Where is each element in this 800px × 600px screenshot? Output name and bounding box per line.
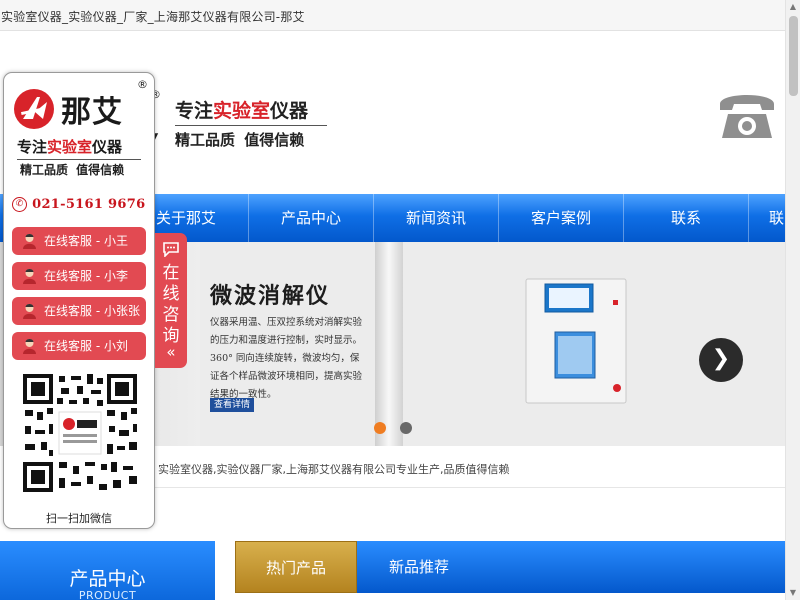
brand-name: 那艾 [61,95,123,130]
phone-icon: ✆ [12,197,27,212]
page-title: 实验室仪器_实验仪器_厂家_上海那艾仪器有限公司-那艾 [1,10,305,24]
title-bar: 实验室仪器_实验仪器_厂家_上海那艾仪器有限公司-那艾 [0,0,785,31]
floating-contact-panel: 那艾 ® 专注实验室仪器 精工品质 值得信赖 ✆ 021-5161 9676 在… [3,72,155,529]
qr-caption: 扫一扫加微信 [46,512,112,525]
carousel-next-arrow[interactable]: ❯ [699,338,743,382]
header-slogan-prefix: 专注 [175,100,214,122]
collapse-arrow-icon[interactable]: « [155,343,187,361]
keywords-text: 实验室仪器,实验仪器厂家,上海那艾仪器有限公司专业生产,品质值得信赖 [158,463,510,476]
agent-avatar-icon [23,234,36,249]
keywords-strip: 实验室仪器,实验仪器厂家,上海那艾仪器有限公司专业生产,品质值得信赖 [150,446,785,488]
tab-hot-products[interactable]: 热门产品 [235,541,357,593]
carousel-dot-2[interactable] [400,422,412,434]
page: 实验室仪器_实验仪器_厂家_上海那艾仪器有限公司-那艾 ® 专注实验室仪器 ▼ … [0,0,800,600]
phone-number: 021-5161 9676 [32,197,146,212]
agent-avatar-icon [23,304,36,319]
panel-slogan-suffix: 仪器 [92,138,123,156]
header-slogan: 专注实验室仪器 [175,96,308,123]
service-button-label: 在线客服 - 小李 [44,269,128,283]
product-section-heading: 产品中心 PRODUCT [0,541,215,600]
scroll-up-arrow-icon[interactable]: ▲ [786,0,800,14]
service-button-label: 在线客服 - 小张张 [44,304,140,318]
panel-slogan-highlight: 实验室 [47,138,93,156]
header-slogan-divider [175,125,327,126]
banner-details-button[interactable]: 查看详情 [210,398,254,412]
panel-slogan-prefix: 专注 [17,138,48,156]
nav-item-news[interactable]: 新闻资讯 [373,194,498,242]
banner-title: 微波消解仪 [210,283,331,309]
service-button-4[interactable]: 在线客服 - 小刘 [12,332,146,360]
nav-item-cases[interactable]: 客户案例 [498,194,623,242]
nav-item-products[interactable]: 产品中心 [248,194,373,242]
header-slogan-highlight: 实验室 [213,100,271,122]
microwave-digester-image [525,278,627,404]
agent-avatar-icon [23,339,36,354]
service-button-3[interactable]: 在线客服 - 小张张 [12,297,146,325]
product-section-title: 产品中心 [69,568,146,590]
scroll-thumb[interactable] [789,16,798,96]
online-consult-label: 在线咨询 [162,263,180,346]
product-tabs: 热门产品 新品推荐 [235,541,785,593]
tab-new-products[interactable]: 新品推荐 [357,541,481,593]
vertical-scrollbar[interactable]: ▲ ▼ [785,0,800,600]
telephone-icon [720,95,774,138]
product-section-subtitle: PRODUCT [78,589,137,600]
service-button-1[interactable]: 在线客服 - 小王 [12,227,146,255]
banner-pillar [375,242,403,446]
carousel-dot-1[interactable] [374,422,386,434]
header-subslogan: 精工品质 值得信赖 [175,131,305,149]
panel-subslogan: 精工品质 值得信赖 [20,163,125,177]
scroll-down-arrow-icon[interactable]: ▼ [786,586,800,600]
banner-description: 仪器采用温、压双控系统对消解实验的压力和温度进行控制，实时显示。360° 同向连… [210,317,363,400]
service-button-label: 在线客服 - 小王 [44,234,128,248]
panel-slogan-divider [17,159,141,160]
service-button-2[interactable]: 在线客服 - 小李 [12,262,146,290]
brand-reg-mark: ® [137,78,148,91]
nav-item-quality[interactable]: 联系 [623,194,748,242]
chat-bubble-icon [163,242,179,257]
header-slogan-suffix: 仪器 [270,100,309,122]
brand-logo-icon [14,89,54,129]
phone-row: ✆ 021-5161 9676 [12,194,145,213]
panel-slogan: 专注实验室仪器 [17,136,122,157]
online-consult-tab[interactable]: 在线咨询 « [155,233,187,368]
service-button-label: 在线客服 - 小刘 [44,339,128,353]
agent-avatar-icon [23,269,36,284]
wechat-qr-code [21,372,139,494]
